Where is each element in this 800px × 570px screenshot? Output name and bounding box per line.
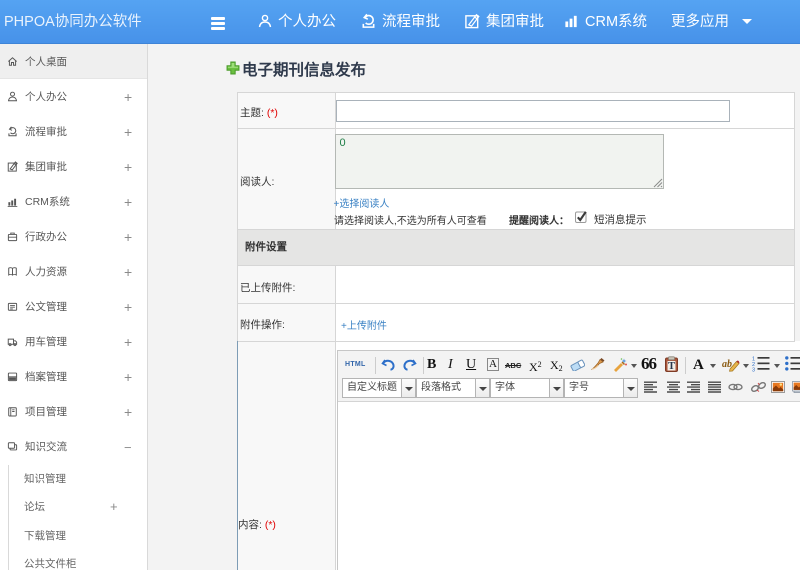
svg-text:T: T — [668, 361, 675, 372]
svg-text:3: 3 — [752, 368, 755, 373]
